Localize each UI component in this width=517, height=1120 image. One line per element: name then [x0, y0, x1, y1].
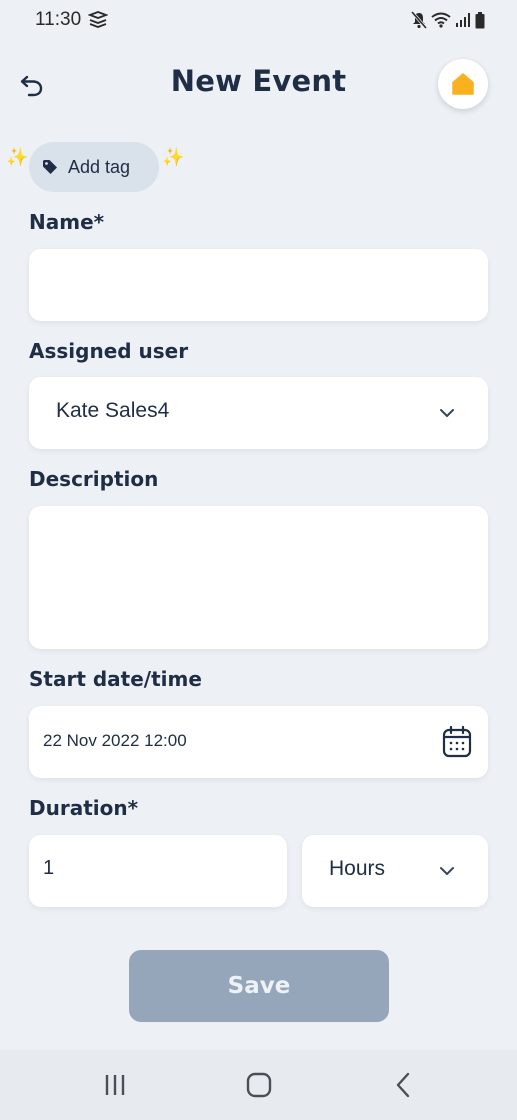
back-nav-icon	[396, 1072, 410, 1098]
signal-icon	[456, 13, 470, 27]
add-tag-label: Add tag	[68, 156, 131, 177]
tag-icon	[43, 160, 57, 174]
add-tag-button[interactable]: Add tag	[29, 142, 159, 192]
assigned-user-label: Assigned user	[29, 339, 189, 363]
header: New Event	[0, 56, 517, 112]
status-bar: 11:30	[0, 0, 517, 44]
calendar-icon[interactable]	[442, 725, 472, 759]
recent-apps-button[interactable]	[95, 1070, 135, 1100]
name-input[interactable]	[29, 249, 488, 321]
name-label: Name*	[29, 210, 105, 234]
sparkle-icon: ✨	[6, 147, 29, 168]
status-icons	[411, 10, 485, 30]
layers-icon	[88, 11, 108, 28]
battery-icon	[475, 11, 485, 28]
sparkle-icon: ✨	[162, 147, 185, 168]
back-nav-button[interactable]	[384, 1070, 424, 1100]
home-nav-button[interactable]	[239, 1070, 279, 1100]
save-button[interactable]: Save	[129, 950, 389, 1022]
description-textarea[interactable]	[29, 506, 488, 649]
duration-label: Duration*	[29, 796, 139, 820]
status-time: 11:30	[35, 9, 82, 30]
start-datetime-value: 22 Nov 2022 12:00	[43, 731, 187, 750]
tag-area: ✨ Add tag ✨	[0, 140, 517, 196]
duration-unit-select[interactable]: Hours	[302, 835, 488, 907]
wifi-icon	[431, 12, 451, 28]
system-nav-bar	[0, 1050, 517, 1120]
duration-unit-value: Hours	[329, 857, 386, 880]
chevron-down-icon	[440, 409, 454, 417]
recent-apps-icon	[105, 1075, 125, 1095]
assigned-user-value: Kate Sales4	[56, 399, 170, 422]
mute-icon	[411, 11, 427, 29]
description-label: Description	[29, 467, 159, 491]
home-icon	[452, 73, 474, 95]
duration-value: 1	[43, 857, 55, 879]
chevron-down-icon	[440, 867, 454, 875]
assigned-user-select[interactable]: Kate Sales4	[29, 377, 488, 449]
home-nav-icon	[246, 1072, 272, 1098]
home-button[interactable]	[438, 59, 488, 109]
start-datetime-label: Start date/time	[29, 667, 202, 691]
duration-input[interactable]: 1	[29, 835, 287, 907]
start-datetime-input[interactable]: 22 Nov 2022 12:00	[29, 706, 488, 778]
